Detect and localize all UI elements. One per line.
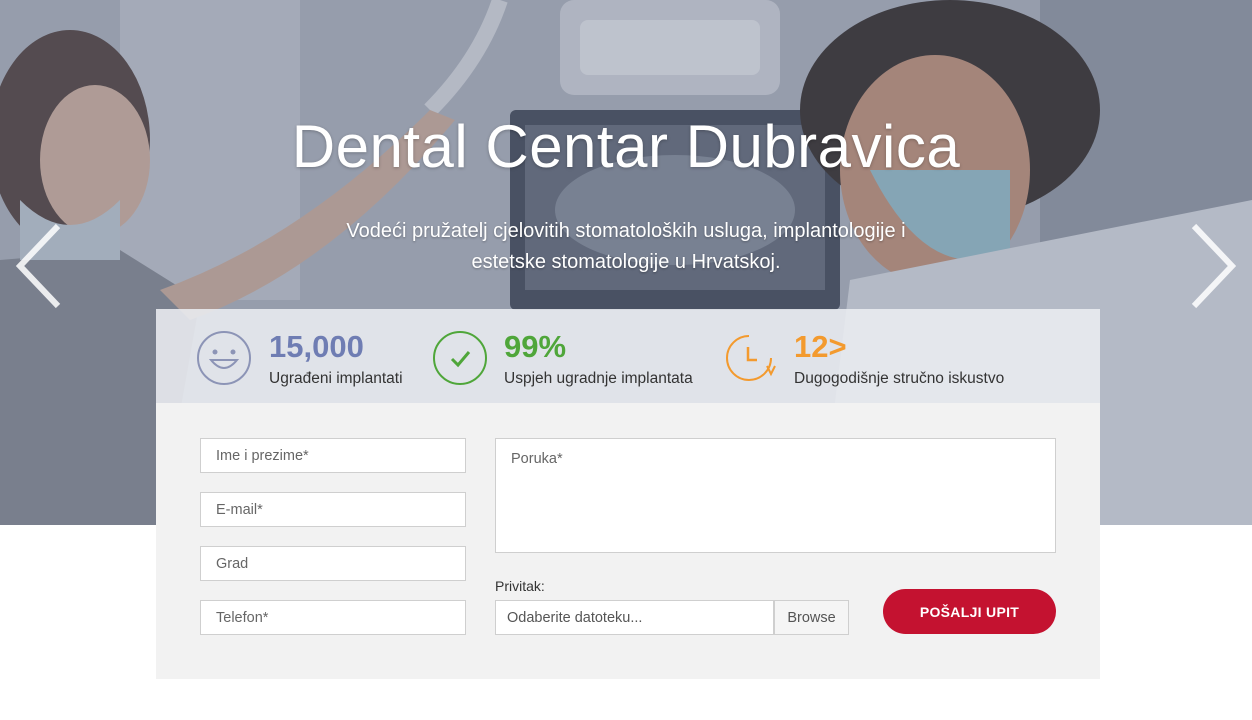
browse-button[interactable]: Browse (774, 600, 849, 635)
stat-experience-value: 12> (794, 329, 847, 364)
chevron-left-icon (15, 223, 61, 309)
email-field[interactable]: E-mail* (200, 492, 466, 527)
city-field[interactable]: Grad (200, 546, 466, 581)
smile-icon (197, 331, 251, 385)
file-input[interactable]: Odaberite datoteku... (495, 600, 774, 635)
stat-success-label: Uspjeh ugradnje implantata (504, 370, 693, 387)
submit-button[interactable]: POŠALJI UPIT (883, 589, 1056, 634)
stats-bar: 15,000 Ugrađeni implantati 99% Uspjeh ug… (156, 309, 1100, 403)
phone-field[interactable]: Telefon* (200, 600, 466, 635)
name-field[interactable]: Ime i prezime* (200, 438, 466, 473)
stat-experience-label: Dugogodišnje stručno iskustvo (794, 370, 1005, 387)
clock-icon (726, 335, 776, 381)
hero-title: Dental Centar Dubravica (291, 113, 961, 180)
hero-subtitle: Vodeći pružatelj cjelovitih stomatološki… (346, 220, 906, 273)
chevron-right-icon (1191, 223, 1237, 309)
stat-implants-value: 15,000 (269, 329, 364, 364)
stat-implants-label: Ugrađeni implantati (269, 370, 403, 387)
stat-success-value: 99% (504, 329, 567, 364)
slider-prev-button[interactable] (14, 222, 62, 310)
check-circle-icon (433, 331, 487, 385)
contact-form: Ime i prezime* E-mail* Grad Telefon* Por… (156, 403, 1100, 679)
attachment-label: Privitak: (495, 578, 545, 594)
message-field[interactable]: Poruka* (495, 438, 1056, 553)
slider-next-button[interactable] (1190, 222, 1238, 310)
